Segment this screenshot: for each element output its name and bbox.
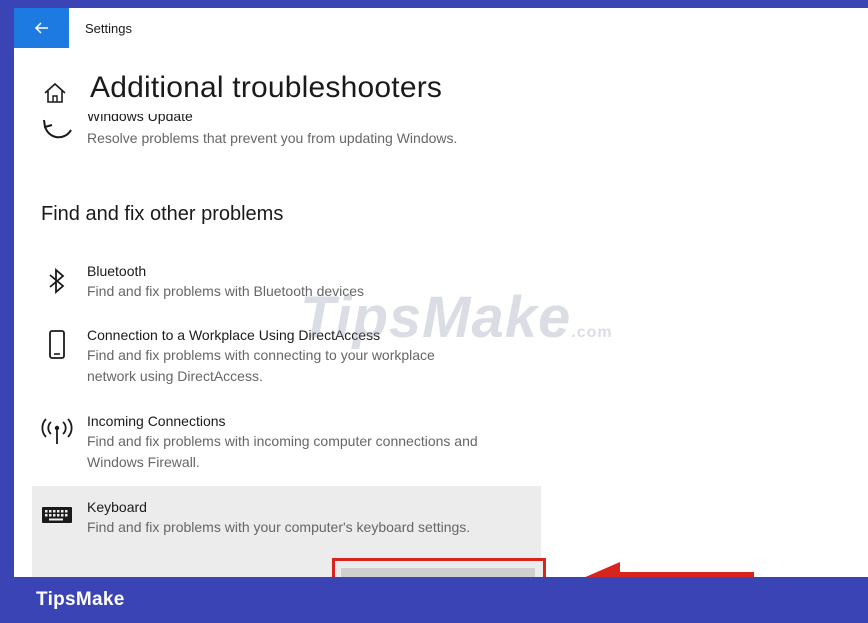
item-name: Keyboard bbox=[87, 499, 147, 515]
window-title: Settings bbox=[85, 21, 132, 36]
troubleshooter-keyboard[interactable]: Keyboard Find and fix problems with your… bbox=[14, 499, 541, 549]
bluetooth-icon bbox=[49, 268, 65, 294]
item-name: Bluetooth bbox=[87, 263, 147, 279]
troubleshooter-incoming-connections[interactable]: Incoming Connections Find and fix proble… bbox=[14, 413, 541, 477]
antenna-icon bbox=[41, 418, 73, 444]
home-icon[interactable] bbox=[42, 80, 68, 106]
item-description-line2: Windows Firewall. bbox=[87, 454, 200, 470]
phone-icon bbox=[49, 330, 65, 359]
red-arrow-annotation bbox=[585, 562, 754, 577]
arrow-left-icon bbox=[34, 22, 48, 34]
refresh-icon bbox=[43, 119, 72, 139]
item-name: Incoming Connections bbox=[87, 413, 226, 429]
item-description-line2: network using DirectAccess. bbox=[87, 368, 263, 384]
windows-update-name[interactable]: Windows Update bbox=[87, 114, 193, 124]
page-title: Additional troubleshooters bbox=[90, 71, 443, 104]
section-heading: Find and fix other problems bbox=[41, 203, 284, 225]
troubleshooter-bluetooth[interactable]: Bluetooth Find and fix problems with Blu… bbox=[14, 263, 541, 313]
watermark-suffix: .com bbox=[571, 324, 613, 341]
windows-update-description: Resolve problems that prevent you from u… bbox=[87, 130, 458, 146]
footer-bar bbox=[0, 577, 868, 623]
item-name: Connection to a Workplace Using DirectAc… bbox=[87, 327, 381, 343]
back-button[interactable] bbox=[14, 8, 69, 48]
keyboard-icon bbox=[42, 507, 72, 523]
title-bar: Settings bbox=[14, 8, 868, 48]
troubleshooter-directaccess[interactable]: Connection to a Workplace Using DirectAc… bbox=[14, 327, 541, 391]
settings-window: Settings Additional troubleshooters Wind… bbox=[14, 8, 868, 577]
frame-top bbox=[0, 0, 868, 8]
run-button-face bbox=[341, 568, 535, 577]
footer-brand: TipsMake bbox=[36, 589, 125, 610]
item-description-line1: Find and fix problems with connecting to… bbox=[87, 347, 435, 363]
item-description-line1: Find and fix problems with incoming comp… bbox=[87, 433, 478, 449]
frame-left bbox=[0, 0, 14, 623]
run-troubleshooter-button[interactable] bbox=[332, 558, 546, 577]
item-description: Find and fix problems with your computer… bbox=[87, 519, 471, 535]
item-description: Find and fix problems with Bluetooth dev… bbox=[87, 283, 365, 299]
